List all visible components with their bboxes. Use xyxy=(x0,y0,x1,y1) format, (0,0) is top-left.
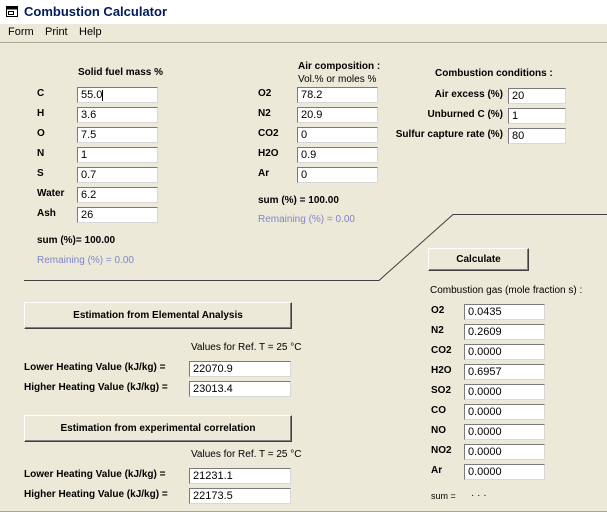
solid-fuel-input-n[interactable]: 1 xyxy=(77,147,158,163)
gas-label-o2: O2 xyxy=(431,305,445,316)
solid-fuel-input-water[interactable]: 6.2 xyxy=(77,187,158,203)
air-input-n2[interactable]: 20.9 xyxy=(297,107,378,123)
solid-fuel-label-n: N xyxy=(37,148,45,159)
gas-label-co2: CO2 xyxy=(431,345,452,356)
elemental-hhv-value[interactable]: 23013.4 xyxy=(189,381,291,397)
solid-fuel-input-o[interactable]: 7.5 xyxy=(77,127,158,143)
gas-label-no: NO xyxy=(431,425,446,436)
solid-fuel-label-o: O xyxy=(37,128,45,139)
gas-label-co: CO xyxy=(431,405,446,416)
solid-fuel-label-h: H xyxy=(37,108,45,119)
air-subheading: Vol.% or moles % xyxy=(298,74,377,85)
gas-sum-label: sum = xyxy=(431,491,456,501)
air-heading: Air composition : xyxy=(298,61,381,72)
elemental-hhv-label: Higher Heating Value (kJ/kg) = xyxy=(24,382,168,393)
elemental-ref-text: Values for Ref. T = 25 °C xyxy=(191,342,302,353)
gas-label-so2: SO2 xyxy=(431,385,452,396)
gas-value-co[interactable]: 0.0000 xyxy=(464,404,545,420)
solid-fuel-input-h[interactable]: 3.6 xyxy=(77,107,158,123)
gas-value-o2[interactable]: 0.0435 xyxy=(464,304,545,320)
estimate-elemental-button[interactable]: Estimation from Elemental Analysis xyxy=(24,302,292,329)
experimental-hhv-label: Higher Heating Value (kJ/kg) = xyxy=(24,489,168,500)
experimental-ref-text: Values for Ref. T = 25 °C xyxy=(191,449,302,460)
estimate-experimental-button[interactable]: Estimation from experimental correlation xyxy=(24,415,292,442)
solid-fuel-input-ash[interactable]: 26 xyxy=(77,207,158,223)
gas-label-no2: NO2 xyxy=(431,445,452,456)
sulfur-capture-label: Sulfur capture rate (%) xyxy=(395,129,503,140)
gas-sum-value: · · · xyxy=(471,490,487,501)
air-input-ar[interactable]: 0 xyxy=(297,167,378,183)
solid-fuel-input-c[interactable]: 55.0 xyxy=(77,87,158,103)
text-cursor xyxy=(102,89,104,101)
air-label-co2: CO2 xyxy=(258,128,279,139)
solid-fuel-input-s[interactable]: 0.7 xyxy=(77,167,158,183)
air-input-o2[interactable]: 78.2 xyxy=(297,87,378,103)
gas-label-h2o: H2O xyxy=(431,365,452,376)
air-label-ar: Ar xyxy=(258,168,270,179)
unburned-c-input[interactable]: 1 xyxy=(508,108,566,124)
gas-label-ar: Ar xyxy=(431,465,443,476)
air-remaining: Remaining (%) = 0.00 xyxy=(258,214,355,225)
solid-fuel-heading: Solid fuel mass % xyxy=(78,67,164,78)
experimental-lhv-value[interactable]: 21231.1 xyxy=(189,468,291,484)
unburned-c-label: Unburned C (%) xyxy=(427,109,503,120)
air-input-co2[interactable]: 0 xyxy=(297,127,378,143)
gas-value-h2o[interactable]: 0.6957 xyxy=(464,364,545,380)
gas-value-co2[interactable]: 0.0000 xyxy=(464,344,545,360)
elemental-lhv-label: Lower Heating Value (kJ/kg) = xyxy=(24,362,166,373)
sulfur-capture-input[interactable]: 80 xyxy=(508,128,566,144)
calculate-button[interactable]: Calculate xyxy=(428,248,529,271)
gas-value-ar[interactable]: 0.0000 xyxy=(464,464,545,480)
air-excess-input[interactable]: 20 xyxy=(508,88,566,104)
air-label-h2o: H2O xyxy=(258,148,279,159)
air-excess-label: Air excess (%) xyxy=(434,89,503,100)
solid-fuel-remaining: Remaining (%) = 0.00 xyxy=(37,255,134,266)
air-input-h2o[interactable]: 0.9 xyxy=(297,147,378,163)
air-label-o2: O2 xyxy=(258,88,272,99)
gas-value-so2[interactable]: 0.0000 xyxy=(464,384,545,400)
gas-value-n2[interactable]: 0.2609 xyxy=(464,324,545,340)
air-label-n2: N2 xyxy=(258,108,271,119)
gas-value-no[interactable]: 0.0000 xyxy=(464,424,545,440)
gas-label-n2: N2 xyxy=(431,325,444,336)
solid-fuel-label-s: S xyxy=(37,168,44,179)
gas-value-no2[interactable]: 0.0000 xyxy=(464,444,545,460)
solid-fuel-label-c: C xyxy=(37,88,45,99)
experimental-hhv-value[interactable]: 22173.5 xyxy=(189,488,291,504)
air-sum: sum (%) = 100.00 xyxy=(258,195,339,206)
solid-fuel-sum: sum (%)= 100.00 xyxy=(37,235,116,246)
gas-heading: Combustion gas (mole fraction s) : xyxy=(430,285,583,296)
experimental-lhv-label: Lower Heating Value (kJ/kg) = xyxy=(24,469,166,480)
solid-fuel-label-water: Water xyxy=(37,188,65,199)
elemental-lhv-value[interactable]: 22070.9 xyxy=(189,361,291,377)
conditions-heading: Combustion conditions : xyxy=(435,68,553,79)
solid-fuel-label-ash: Ash xyxy=(37,208,56,219)
